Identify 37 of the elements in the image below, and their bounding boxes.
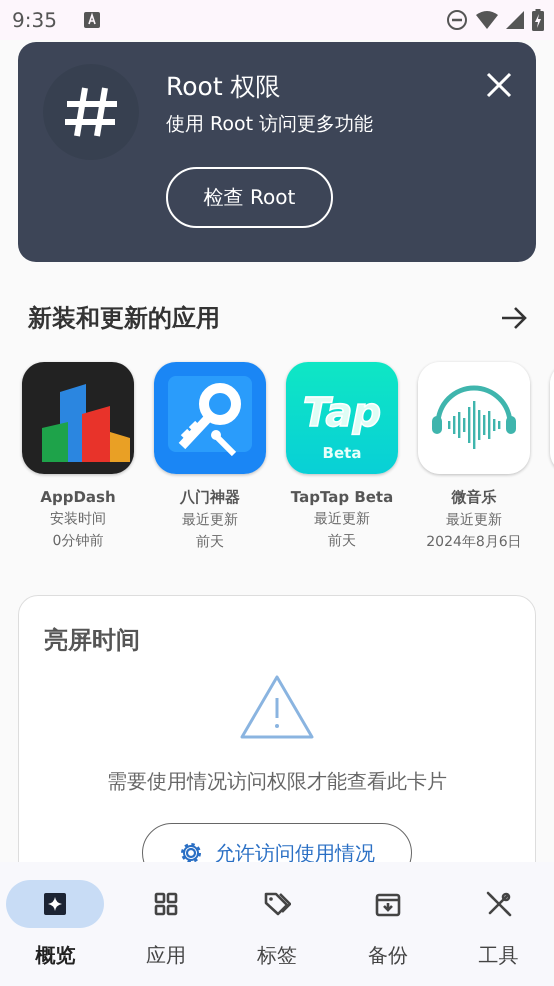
app-name: 八门神器 — [180, 488, 240, 507]
app-name: 微音乐 — [452, 488, 496, 507]
permission-message: 需要使用情况访问权限才能查看此卡片 — [107, 768, 447, 795]
keyboard-icon — [82, 11, 101, 29]
app-time: 2024年8月6日 — [426, 533, 522, 551]
card-title: Root 权限 — [166, 71, 281, 103]
app-status: 最近更新 — [182, 511, 238, 529]
tools-icon — [484, 890, 513, 918]
status-time: 9:35 — [12, 8, 57, 32]
close-icon[interactable] — [486, 72, 512, 98]
app-status: 最近更新 — [446, 511, 502, 529]
tags-icon — [262, 890, 291, 918]
grid-icon — [152, 890, 180, 918]
do-not-disturb-icon — [446, 9, 468, 31]
settings-icon — [179, 841, 203, 862]
wifi-icon — [476, 11, 498, 29]
section-title: 新装和更新的应用 — [28, 303, 220, 334]
app-status: 安装时间 — [50, 510, 106, 528]
battery-icon — [532, 9, 544, 31]
card-title: 亮屏时间 — [44, 625, 140, 656]
signal-icon — [506, 11, 524, 29]
warning-icon — [239, 674, 315, 740]
card-subtitle: 使用 Root 访问更多功能 — [166, 112, 374, 137]
nav-tab[interactable]: 备份 — [332, 862, 444, 986]
app-status: 最近更新 — [314, 510, 370, 528]
app-time: 前天 — [328, 532, 356, 550]
check-root-button[interactable]: 检查 Root — [166, 167, 333, 228]
app-icon[interactable] — [22, 362, 134, 474]
app-name: TapTap Beta — [290, 488, 394, 506]
nav-tab[interactable]: 工具 — [443, 862, 554, 986]
nav-tab[interactable]: 概览 — [0, 862, 111, 986]
app-name: AppDash — [40, 488, 116, 506]
app-time: 前天 — [196, 533, 224, 551]
nav-tab[interactable]: 标签 — [222, 862, 332, 986]
app-time: 0分钟前 — [52, 532, 104, 550]
arrow-right-icon[interactable] — [500, 306, 528, 330]
nav-tab[interactable]: 应用 — [110, 862, 222, 986]
